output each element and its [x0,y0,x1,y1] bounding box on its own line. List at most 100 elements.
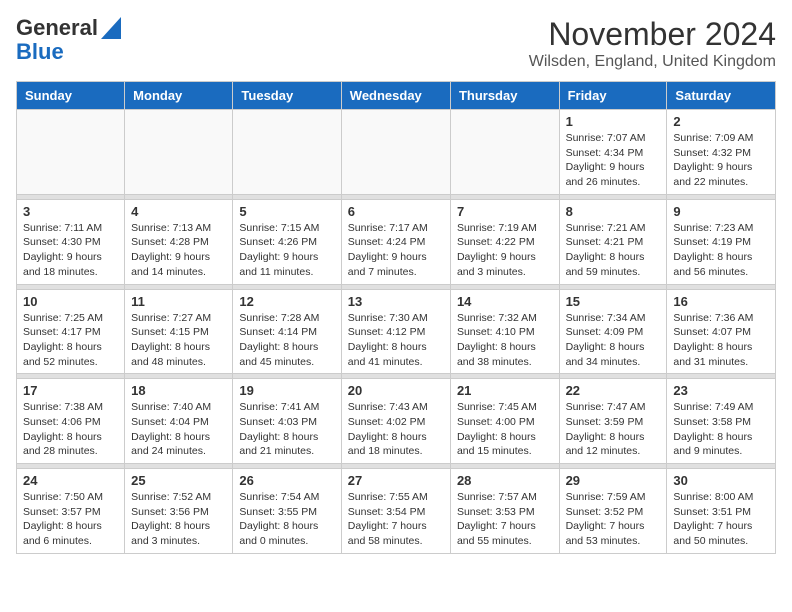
day-number: 4 [131,204,226,219]
table-row: 24 Sunrise: 7:50 AM Sunset: 3:57 PM Dayli… [17,469,125,554]
table-row: 29Sunrise: 7:59 AM Sunset: 3:52 PM Dayli… [559,469,667,554]
day-info: Sunrise: 7:54 AM Sunset: 3:55 PM Dayligh… [239,490,334,549]
page-subtitle: Wilsden, England, United Kingdom [529,53,776,71]
day-info: Sunrise: 7:23 AM Sunset: 4:19 PM Dayligh… [673,221,769,280]
table-row: 18Sunrise: 7:40 AM Sunset: 4:04 PM Dayli… [125,379,233,464]
table-row: 20 Sunrise: 7:43 AM Sunset: 4:02 PM Dayli… [341,379,450,464]
calendar-week-row: 17Sunrise: 7:38 AM Sunset: 4:06 PM Dayli… [17,379,776,464]
day-info: Sunrise: 7:59 AM Sunset: 3:52 PM Dayligh… [566,490,661,549]
day-info: Sunrise: 7:09 AM Sunset: 4:32 PM Dayligh… [673,131,769,190]
table-row [17,110,125,195]
day-number: 5 [239,204,334,219]
table-row: 11 Sunrise: 7:27 AM Sunset: 4:15 PM Dayli… [125,289,233,374]
day-info: Sunrise: 7:07 AM Sunset: 4:34 PM Dayligh… [566,131,661,190]
day-info: Sunrise: 7:45 AM Sunset: 4:00 PM Dayligh… [457,400,553,459]
day-number: 19 [239,383,334,398]
day-info: Sunrise: 7:43 AM Sunset: 4:02 PM Dayligh… [348,400,444,459]
day-info: Sunrise: 7:47 AM Sunset: 3:59 PM Dayligh… [566,400,661,459]
table-row: 9 Sunrise: 7:23 AM Sunset: 4:19 PM Daylig… [667,199,776,284]
day-info: Sunrise: 7:21 AM Sunset: 4:21 PM Dayligh… [566,221,661,280]
day-info: Sunrise: 7:55 AM Sunset: 3:54 PM Dayligh… [348,490,444,549]
day-number: 8 [566,204,661,219]
calendar-week-row: 24 Sunrise: 7:50 AM Sunset: 3:57 PM Dayli… [17,469,776,554]
table-row: 10Sunrise: 7:25 AM Sunset: 4:17 PM Dayli… [17,289,125,374]
day-info: Sunrise: 7:52 AM Sunset: 3:56 PM Dayligh… [131,490,226,549]
table-row: 8 Sunrise: 7:21 AM Sunset: 4:21 PM Daylig… [559,199,667,284]
day-info: Sunrise: 7:17 AM Sunset: 4:24 PM Dayligh… [348,221,444,280]
table-row: 22 Sunrise: 7:47 AM Sunset: 3:59 PM Dayli… [559,379,667,464]
day-info: Sunrise: 7:36 AM Sunset: 4:07 PM Dayligh… [673,311,769,370]
day-info: Sunrise: 7:13 AM Sunset: 4:28 PM Dayligh… [131,221,226,280]
day-number: 22 [566,383,661,398]
table-row: 25 Sunrise: 7:52 AM Sunset: 3:56 PM Dayli… [125,469,233,554]
header-saturday: Saturday [667,82,776,110]
table-row: 13 Sunrise: 7:30 AM Sunset: 4:12 PM Dayli… [341,289,450,374]
header: General Blue November 2024 Wilsden, Engl… [16,16,776,71]
table-row: 7Sunrise: 7:19 AM Sunset: 4:22 PM Daylig… [450,199,559,284]
day-number: 16 [673,294,769,309]
day-number: 30 [673,473,769,488]
table-row: 6Sunrise: 7:17 AM Sunset: 4:24 PM Daylig… [341,199,450,284]
table-row [125,110,233,195]
day-info: Sunrise: 8:00 AM Sunset: 3:51 PM Dayligh… [673,490,769,549]
day-number: 23 [673,383,769,398]
day-info: Sunrise: 7:49 AM Sunset: 3:58 PM Dayligh… [673,400,769,459]
day-info: Sunrise: 7:19 AM Sunset: 4:22 PM Dayligh… [457,221,553,280]
day-number: 2 [673,114,769,129]
logo-blue-text: Blue [16,40,64,64]
table-row: 5 Sunrise: 7:15 AM Sunset: 4:26 PM Daylig… [233,199,341,284]
day-info: Sunrise: 7:57 AM Sunset: 3:53 PM Dayligh… [457,490,553,549]
day-number: 20 [348,383,444,398]
table-row: 28Sunrise: 7:57 AM Sunset: 3:53 PM Dayli… [450,469,559,554]
day-number: 1 [566,114,661,129]
table-row: 23 Sunrise: 7:49 AM Sunset: 3:58 PM Dayli… [667,379,776,464]
day-number: 26 [239,473,334,488]
day-info: Sunrise: 7:40 AM Sunset: 4:04 PM Dayligh… [131,400,226,459]
day-info: Sunrise: 7:41 AM Sunset: 4:03 PM Dayligh… [239,400,334,459]
table-row: 26 Sunrise: 7:54 AM Sunset: 3:55 PM Dayli… [233,469,341,554]
header-wednesday: Wednesday [341,82,450,110]
table-row: 2 Sunrise: 7:09 AM Sunset: 4:32 PM Daylig… [667,110,776,195]
table-row: 16 Sunrise: 7:36 AM Sunset: 4:07 PM Dayli… [667,289,776,374]
table-row: 27 Sunrise: 7:55 AM Sunset: 3:54 PM Dayli… [341,469,450,554]
day-number: 11 [131,294,226,309]
table-row: 30 Sunrise: 8:00 AM Sunset: 3:51 PM Dayli… [667,469,776,554]
header-monday: Monday [125,82,233,110]
calendar-table: Sunday Monday Tuesday Wednesday Thursday… [16,81,776,554]
header-thursday: Thursday [450,82,559,110]
day-info: Sunrise: 7:34 AM Sunset: 4:09 PM Dayligh… [566,311,661,370]
table-row: 14Sunrise: 7:32 AM Sunset: 4:10 PM Dayli… [450,289,559,374]
day-number: 13 [348,294,444,309]
logo: General Blue [16,16,121,64]
page-title: November 2024 [529,16,776,53]
table-row: 4 Sunrise: 7:13 AM Sunset: 4:28 PM Daylig… [125,199,233,284]
logo-triangle-icon [101,17,121,39]
header-tuesday: Tuesday [233,82,341,110]
header-friday: Friday [559,82,667,110]
day-info: Sunrise: 7:30 AM Sunset: 4:12 PM Dayligh… [348,311,444,370]
day-info: Sunrise: 7:50 AM Sunset: 3:57 PM Dayligh… [23,490,118,549]
table-row: 21Sunrise: 7:45 AM Sunset: 4:00 PM Dayli… [450,379,559,464]
day-number: 17 [23,383,118,398]
table-row: 12Sunrise: 7:28 AM Sunset: 4:14 PM Dayli… [233,289,341,374]
table-row: 19 Sunrise: 7:41 AM Sunset: 4:03 PM Dayli… [233,379,341,464]
day-number: 24 [23,473,118,488]
day-info: Sunrise: 7:27 AM Sunset: 4:15 PM Dayligh… [131,311,226,370]
calendar-header-row: Sunday Monday Tuesday Wednesday Thursday… [17,82,776,110]
day-number: 3 [23,204,118,219]
day-info: Sunrise: 7:15 AM Sunset: 4:26 PM Dayligh… [239,221,334,280]
day-number: 9 [673,204,769,219]
table-row: 17Sunrise: 7:38 AM Sunset: 4:06 PM Dayli… [17,379,125,464]
day-info: Sunrise: 7:11 AM Sunset: 4:30 PM Dayligh… [23,221,118,280]
title-area: November 2024 Wilsden, England, United K… [529,16,776,71]
logo-general-text: General [16,16,98,40]
table-row: 15Sunrise: 7:34 AM Sunset: 4:09 PM Dayli… [559,289,667,374]
day-number: 14 [457,294,553,309]
table-row [341,110,450,195]
day-number: 12 [239,294,334,309]
day-number: 10 [23,294,118,309]
table-row [450,110,559,195]
calendar-week-row: 10Sunrise: 7:25 AM Sunset: 4:17 PM Dayli… [17,289,776,374]
day-number: 27 [348,473,444,488]
day-number: 25 [131,473,226,488]
